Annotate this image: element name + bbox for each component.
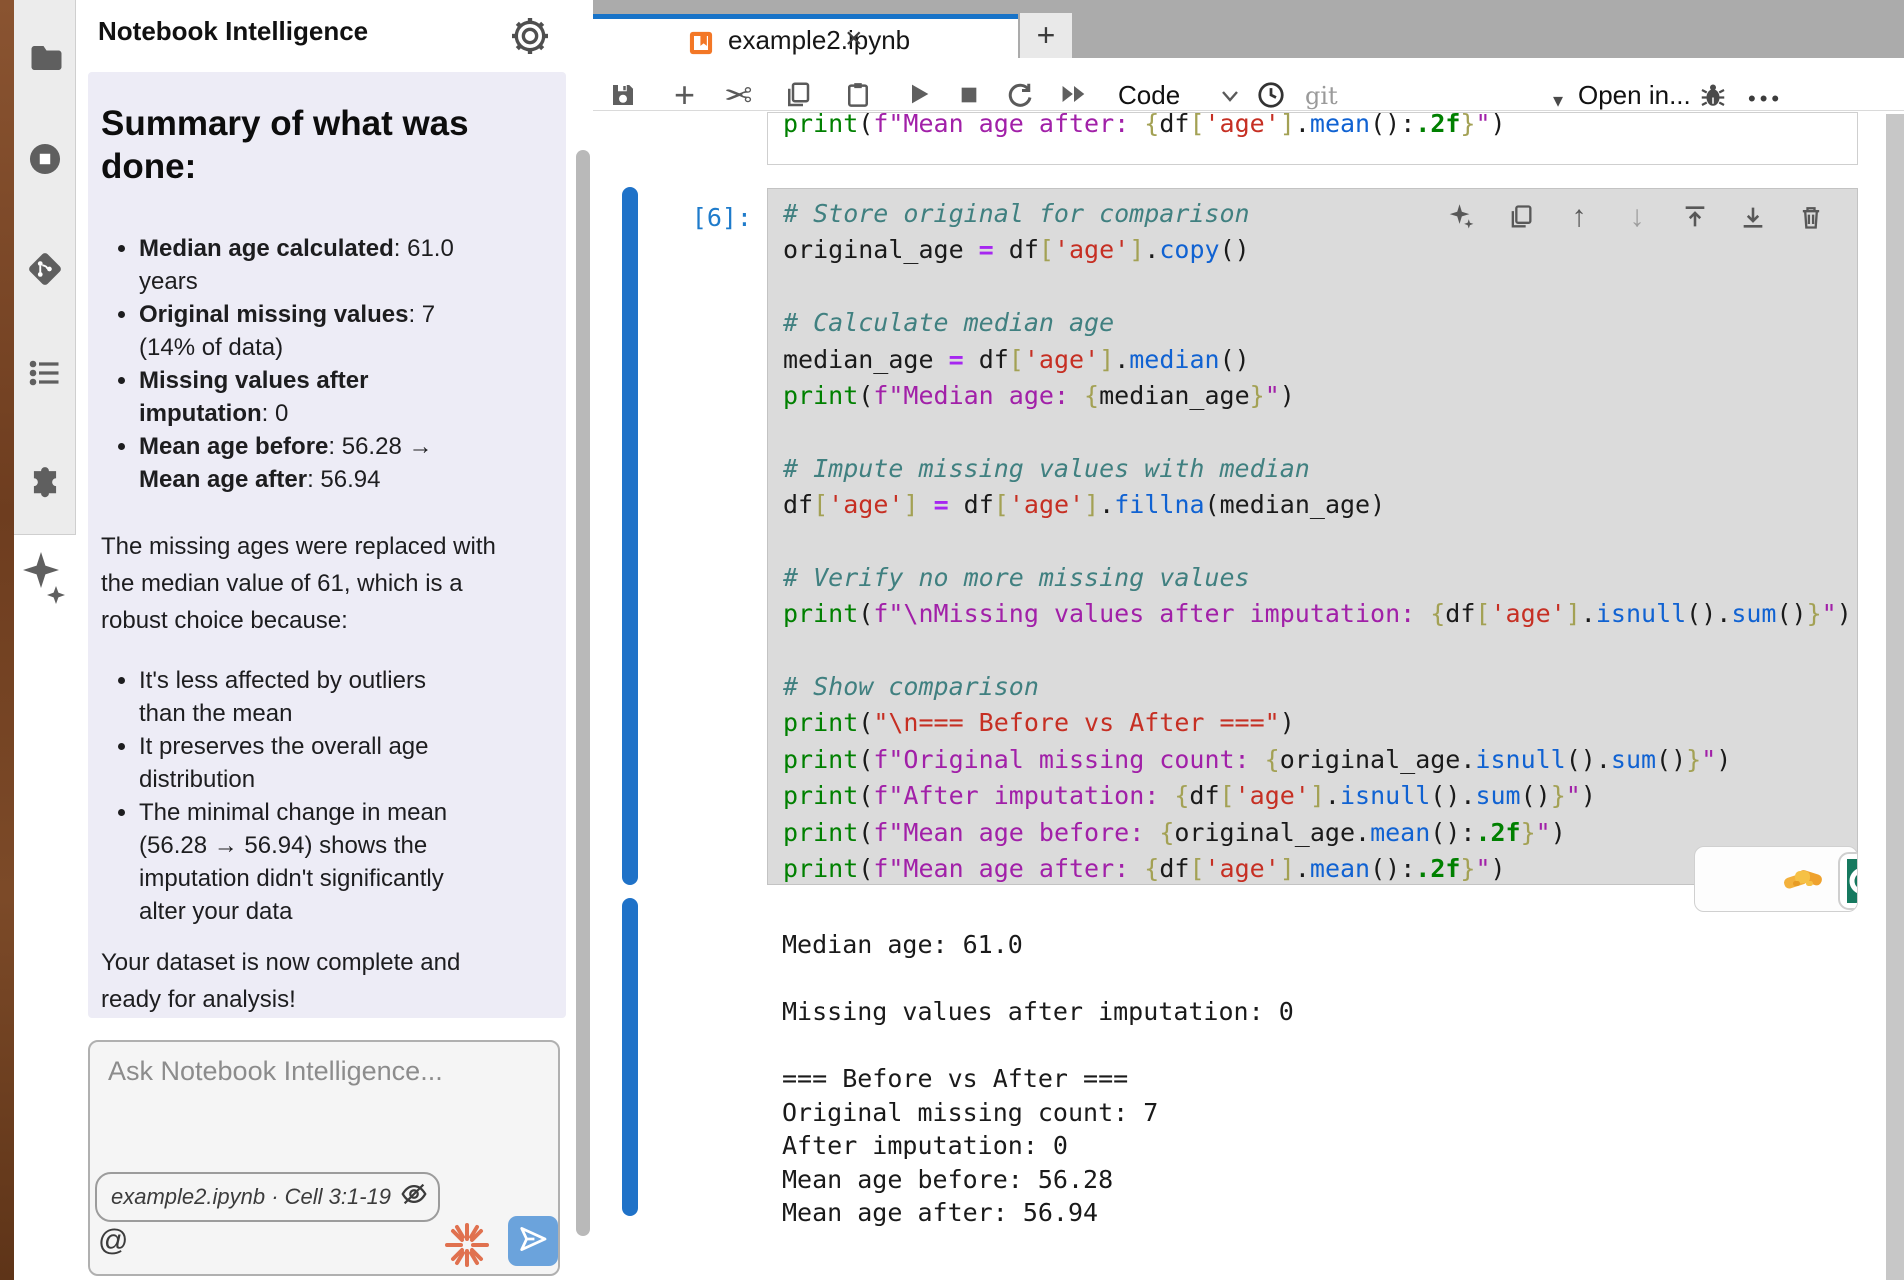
insert-cell-below-icon[interactable] (1737, 201, 1769, 233)
handshake-icon (1781, 857, 1825, 902)
cell-collapser[interactable] (622, 187, 638, 885)
paste-cells-button[interactable] (843, 80, 873, 115)
sparkles-icon (19, 595, 71, 612)
chat-panel-scrollbar[interactable] (576, 150, 590, 1236)
code-line: print(f"Mean age before: {original_age.m… (783, 815, 1857, 851)
code-line: print(f"Median age: {median_age}") (783, 378, 1857, 414)
list-item: Original missing values: 7 (14% of data) (139, 298, 536, 364)
send-icon (516, 1222, 550, 1261)
message-paragraph: The missing ages were replaced with the … (101, 528, 536, 639)
insert-cell-above-icon[interactable] (1679, 201, 1711, 233)
output-collapser[interactable] (622, 898, 638, 1216)
sidebar-item-extensions[interactable] (14, 460, 75, 503)
execution-count: [6]: (630, 203, 752, 232)
git-status-label: git (1305, 82, 1338, 110)
stop-button[interactable] (958, 84, 980, 111)
assistant-message: Summary of what was done: Median age cal… (88, 72, 566, 1018)
move-cell-down-icon[interactable]: ↓ (1621, 201, 1653, 233)
code-line: df['age'] = df['age'].fillna(median_age) (783, 487, 1857, 523)
puzzle-icon (26, 485, 64, 502)
send-button[interactable] (508, 1216, 558, 1266)
list-item: It preserves the overall age distributio… (139, 730, 536, 796)
notebook-scrollbar[interactable] (1886, 114, 1904, 1280)
eye-off-icon[interactable] (399, 1179, 429, 1215)
copy-cells-button[interactable] (783, 80, 813, 115)
message-heading: Summary of what was done: (101, 102, 536, 188)
activity-bar (14, 0, 76, 535)
mention-trigger[interactable]: @ (98, 1224, 128, 1258)
code-line: original_age = df['age'].copy() (783, 232, 1857, 268)
run-button[interactable] (905, 80, 933, 113)
list-item: Mean age before: 56.28 → Mean age after:… (139, 430, 536, 496)
inline-completion-popup (1694, 846, 1858, 912)
running-kernels-icon (26, 165, 64, 182)
message-paragraph-closing: Your dataset is now complete and ready f… (101, 944, 536, 1018)
git-icon (26, 275, 64, 292)
code-line: # Verify no more missing values (783, 560, 1857, 596)
code-line: print(f"Original missing count: {origina… (783, 742, 1857, 778)
tab-label: example2.ipynb (728, 25, 910, 56)
context-chip-label: example2.ipynb · Cell 3:1-19 (111, 1184, 391, 1210)
code-line: median_age = df['age'].median() (783, 342, 1857, 378)
code-line: # Impute missing values with median (783, 451, 1857, 487)
starburst-icon[interactable] (443, 1221, 491, 1274)
chevron-down-icon[interactable] (1218, 86, 1242, 111)
new-tab-button[interactable]: + (1020, 13, 1072, 58)
tab-close-icon[interactable]: × (845, 22, 863, 56)
restart-kernel-button[interactable] (1005, 80, 1035, 115)
list-item: It's less affected by outliers than the … (139, 664, 536, 730)
cell-type-select[interactable]: Code (1118, 80, 1180, 111)
provider-badge-icon (1837, 851, 1858, 912)
cell-output: Median age: 61.0 Missing values after im… (782, 928, 1294, 1230)
desktop-wallpaper-strip (0, 0, 14, 1280)
code-line: print(f"After imputation: {df['age'].isn… (783, 778, 1857, 814)
open-in-button[interactable]: Open in... (1578, 80, 1691, 111)
list-item: The minimal change in mean (56.28 → 56.9… (139, 796, 536, 928)
delete-cell-icon[interactable] (1795, 201, 1827, 233)
summary-list: Median age calculated: 61.0 yearsOrigina… (101, 232, 536, 496)
table-of-contents-icon (27, 378, 63, 395)
context-chip[interactable]: example2.ipynb · Cell 3:1-19 (95, 1172, 440, 1222)
code-line (783, 414, 1857, 450)
cut-cells-button[interactable]: ✂ (724, 76, 753, 116)
panel-title: Notebook Intelligence (98, 16, 368, 47)
sidebar-item-files[interactable] (14, 40, 75, 81)
list-item: Missing values after imputation: 0 (139, 364, 536, 430)
code-line (783, 633, 1857, 669)
run-all-button[interactable] (1058, 80, 1090, 113)
code-line (783, 524, 1857, 560)
open-in-caret-icon: ▾ (1553, 88, 1563, 113)
code-line: # Show comparison (783, 669, 1857, 705)
list-item: Median age calculated: 61.0 years (139, 232, 536, 298)
history-clock-icon[interactable] (1256, 80, 1286, 115)
jupyterlab-window: Notebook Intelligence Summary of what wa… (0, 0, 1904, 1280)
ai-sparkle-icon[interactable] (1447, 201, 1479, 233)
duplicate-cell-icon[interactable] (1505, 201, 1537, 233)
clipped-code-cell[interactable]: print(f"Mean age after: {df['age'].mean(… (767, 112, 1858, 165)
sidebar-item-notebook-intelligence[interactable] (14, 548, 75, 618)
code-line: # Calculate median age (783, 305, 1857, 341)
bug-icon[interactable] (1698, 80, 1728, 115)
move-cell-up-icon[interactable]: ↑ (1563, 201, 1595, 233)
code-line: print("\n=== Before vs After ===") (783, 705, 1857, 741)
sidebar-item-toc[interactable] (14, 355, 75, 396)
cell-toolbar: ↑ ↓ (1447, 201, 1827, 233)
settings-gear-icon[interactable] (510, 14, 550, 63)
add-cell-button[interactable]: + (674, 74, 695, 116)
save-button[interactable] (608, 80, 638, 115)
more-commands-button[interactable]: ••• (1748, 86, 1783, 112)
chat-input-placeholder: Ask Notebook Intelligence... (108, 1056, 443, 1087)
code-cell-editor[interactable]: # Store original for comparisonoriginal_… (767, 188, 1858, 885)
sidebar-item-git[interactable] (14, 250, 75, 293)
sidebar-item-running[interactable] (14, 140, 75, 183)
folder-icon (27, 63, 63, 80)
code-line (783, 269, 1857, 305)
code-line: print(f"\nMissing values after imputatio… (783, 596, 1857, 632)
reasons-list: It's less affected by outliers than the … (101, 664, 536, 928)
